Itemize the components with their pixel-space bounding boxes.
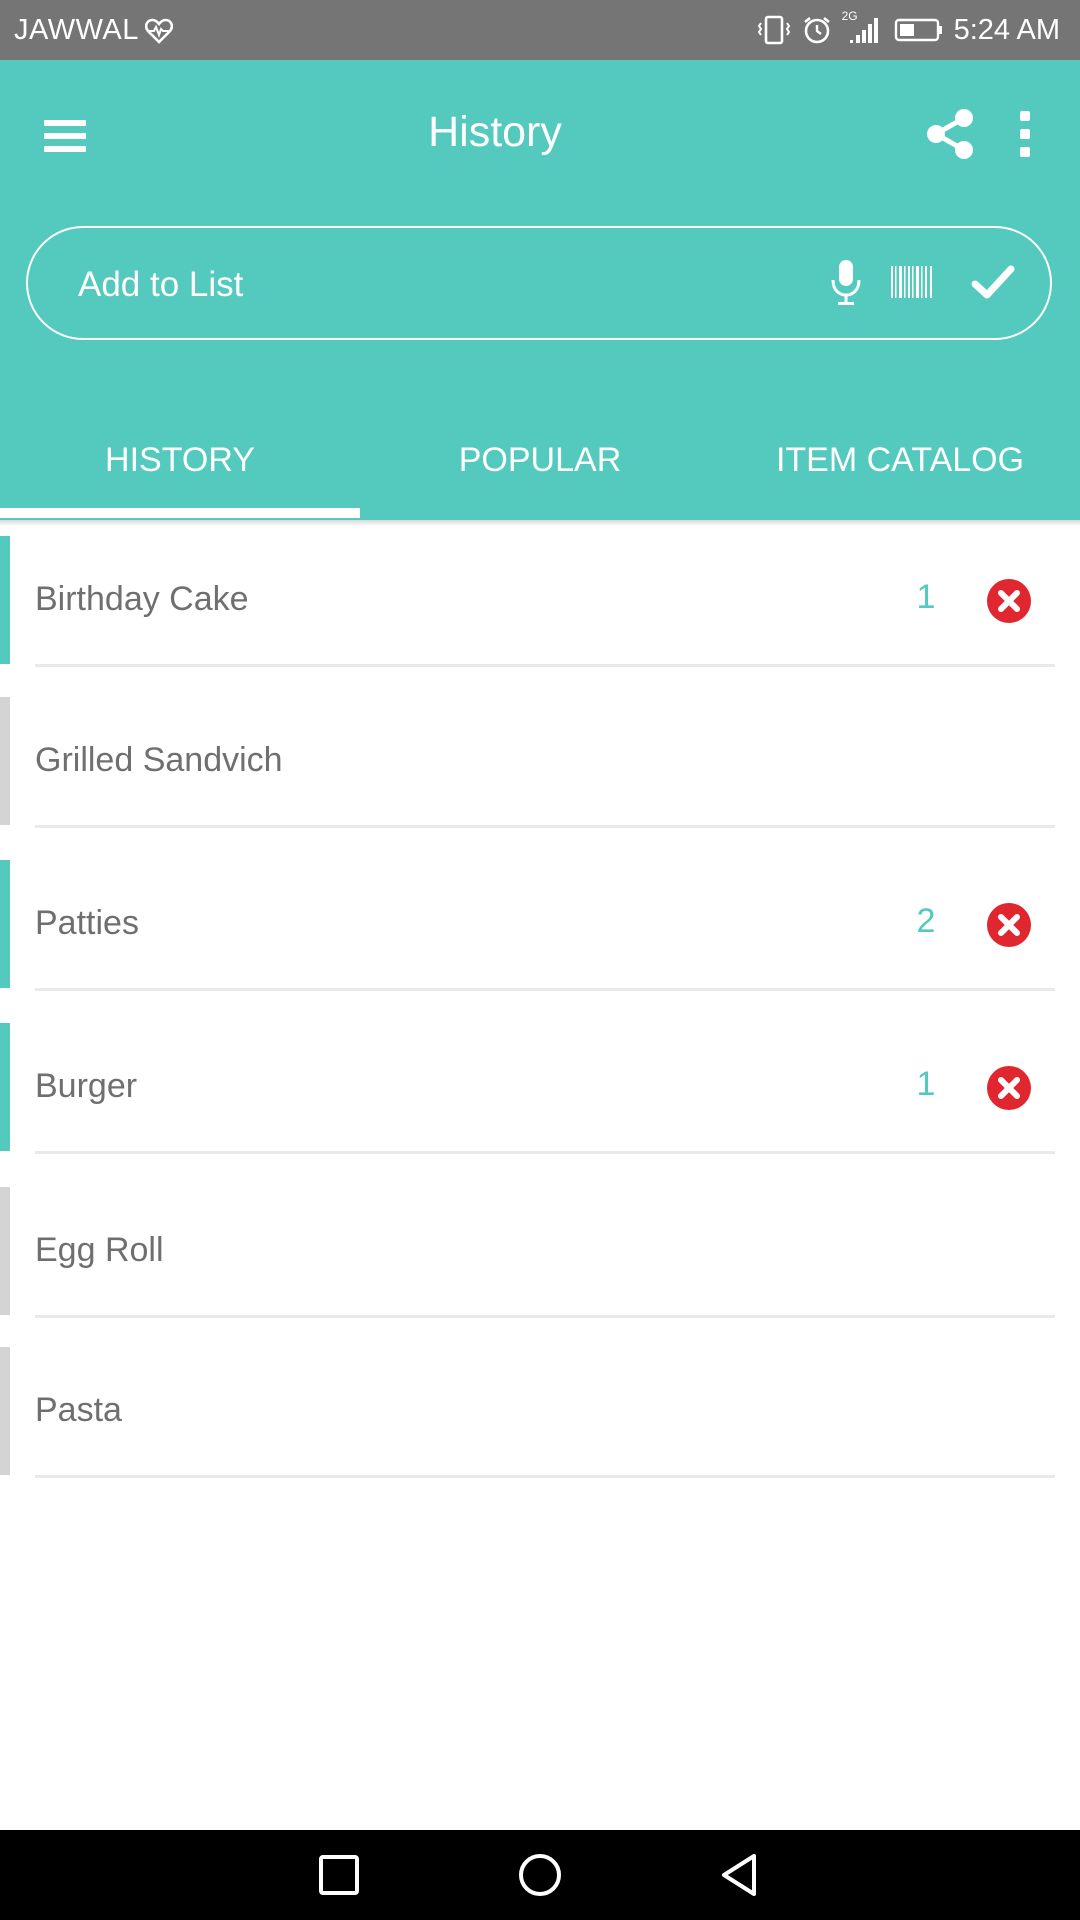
item-name: Burger [35,1067,138,1105]
tab-item-catalog[interactable]: ITEM CATALOG [720,400,1080,520]
item-name: Patties [35,904,139,942]
item-name: Birthday Cake [35,580,249,618]
page-title: History [428,108,562,156]
vibrate-icon [757,15,790,45]
voice-input-button[interactable] [828,258,864,308]
home-button[interactable] [515,1850,565,1900]
remove-item-button[interactable] [986,902,1032,948]
carrier-name: JAWWAL [14,14,139,46]
add-to-list-field[interactable]: Add to List [26,226,1052,340]
check-icon [971,265,1015,299]
in-list-indicator [0,1023,10,1151]
barcode-scan-button[interactable] [890,262,934,302]
item-name: Pasta [35,1391,122,1429]
signal-icon [849,18,878,43]
row-divider [35,664,1055,667]
status-bar: JAWWAL 2G 5:24 AM [0,0,1080,60]
row-divider [35,988,1055,991]
list-item[interactable]: Birthday Cake 1 [0,536,1080,667]
item-name: Egg Roll [35,1231,164,1269]
remove-item-button[interactable] [986,1065,1032,1111]
close-circle-icon [987,1066,1031,1110]
microphone-icon [831,260,861,305]
active-tab-indicator [0,508,360,518]
row-divider [35,1151,1055,1154]
submit-item-button[interactable] [971,258,1015,306]
in-list-indicator [0,860,10,988]
clock: 5:24 AM [953,13,1060,46]
more-options-button[interactable] [1010,106,1040,162]
home-icon [519,1854,561,1896]
back-icon [722,1854,756,1896]
tab-bar: HISTORY POPULAR ITEM CATALOG [0,400,1080,520]
share-icon [927,109,973,159]
app-bar: History Add to List HISTORY POPULAR ITEM… [0,60,1080,520]
barcode-icon [891,266,932,298]
back-button[interactable] [716,1850,766,1900]
list-item[interactable]: Egg Roll [0,1187,1080,1318]
row-divider [35,1475,1055,1478]
remove-item-button[interactable] [986,578,1032,624]
item-quantity[interactable]: 2 [900,902,952,941]
recents-button[interactable] [314,1850,364,1900]
share-button[interactable] [922,106,978,162]
tab-popular[interactable]: POPULAR [360,400,720,520]
list-item[interactable]: Grilled Sandvich [0,697,1080,828]
close-circle-icon [987,579,1031,623]
row-divider [35,825,1055,828]
status-icons: 2G 5:24 AM [756,9,1060,48]
heart-monitor-icon [144,18,173,44]
add-to-list-input[interactable]: Add to List [78,265,243,305]
not-in-list-indicator [0,697,10,825]
app-bar-shadow [0,520,1080,526]
carrier-group: JAWWAL [14,14,173,47]
item-quantity[interactable]: 1 [900,1065,952,1104]
close-circle-icon [987,903,1031,947]
system-nav-bar [0,1830,1080,1920]
more-vert-icon [1020,111,1030,157]
item-name: Grilled Sandvich [35,741,283,779]
in-list-indicator [0,536,10,664]
alarm-icon [803,16,830,44]
tab-history[interactable]: HISTORY [0,400,360,520]
item-quantity[interactable]: 1 [900,578,952,617]
not-in-list-indicator [0,1187,10,1315]
row-divider [35,1315,1055,1318]
list-item[interactable]: Burger 1 [0,1023,1080,1154]
battery-icon [894,18,942,42]
recents-icon [319,1855,359,1895]
not-in-list-indicator [0,1347,10,1475]
signal-group: 2G [842,9,884,45]
list-item[interactable]: Patties 2 [0,860,1080,991]
list-item[interactable]: Pasta [0,1347,1080,1478]
